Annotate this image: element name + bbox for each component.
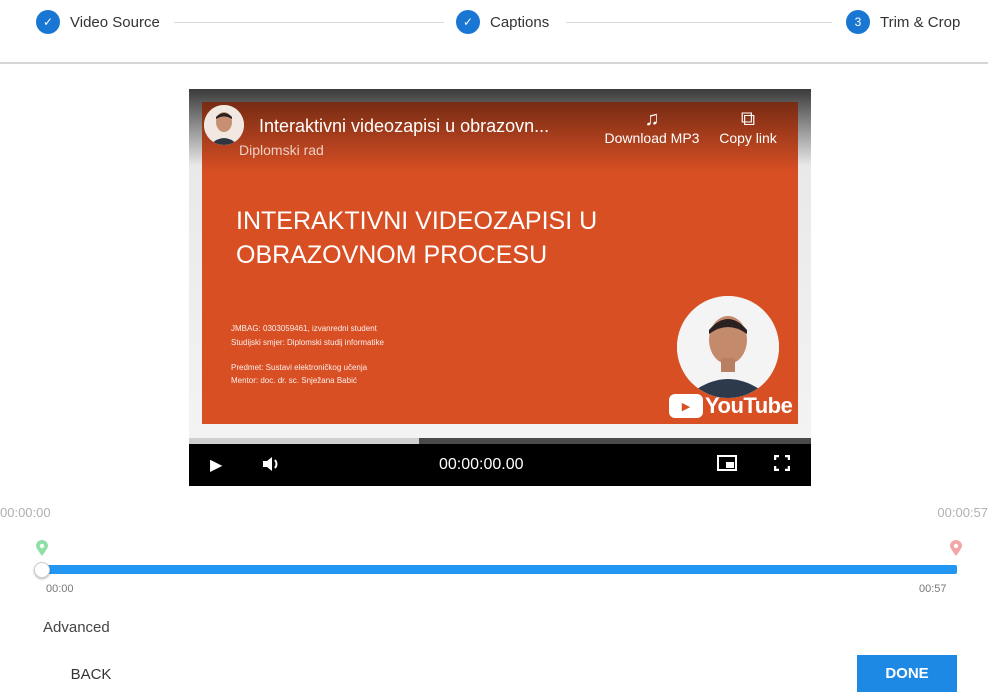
current-time: 00:00:00.00 [439, 456, 524, 473]
slide-text: Studijski smjer: Diplomski studij inform… [231, 338, 384, 347]
player-controls: ▶ 00:00:00.00 [189, 444, 811, 486]
advanced-toggle[interactable]: Advanced [43, 619, 110, 636]
start-marker-icon[interactable] [36, 540, 48, 556]
end-marker-icon[interactable] [950, 540, 962, 556]
stepper-connector [174, 22, 444, 23]
back-button[interactable]: BACK [41, 656, 141, 692]
step-label: Captions [490, 13, 550, 31]
check-icon: ✓ [36, 10, 60, 34]
step-trim-crop[interactable]: 3 Trim & Crop [846, 6, 960, 38]
volume-icon[interactable] [261, 455, 281, 478]
slide-heading: INTERAKTIVNI VIDEOZAPISI U OBRAZOVNOM PR… [236, 207, 598, 269]
tick-end: 00:57 [919, 583, 947, 595]
stepper-connector [566, 22, 832, 23]
download-mp3-label: Download MP3 [604, 130, 700, 146]
video-player[interactable]: Interaktivni videozapisi u obrazovn... D… [189, 89, 811, 486]
stepper: ✓ Video Source ✓ Captions 3 Trim & Crop [0, 0, 988, 64]
step-number-badge: 3 [846, 10, 870, 34]
tick-start: 00:00 [46, 583, 74, 595]
step-label: Trim & Crop [880, 13, 961, 31]
download-mp3-button[interactable]: ♫ Download MP3 [597, 108, 707, 146]
copy-link-label: Copy link [719, 130, 777, 146]
picture-in-picture-icon[interactable] [717, 455, 737, 476]
step-captions[interactable]: ✓ Captions [456, 6, 549, 38]
video-title[interactable]: Interaktivni videozapisi u obrazovn... [259, 116, 549, 137]
youtube-play-icon: ▶ [669, 394, 703, 418]
channel-avatar[interactable] [204, 105, 244, 145]
slide-text: Mentor: doc. dr. sc. Snježana Babić [231, 376, 357, 385]
trim-end-time: 00:00:57 [937, 505, 988, 520]
trim-start-time: 00:00:00 [0, 505, 51, 520]
check-icon: ✓ [456, 10, 480, 34]
step-label: Video Source [70, 13, 160, 31]
fullscreen-icon[interactable] [773, 454, 791, 476]
copy-link-button[interactable]: ⧉ Copy link [708, 108, 788, 146]
done-button[interactable]: DONE [857, 655, 957, 692]
slide-text: JMBAG: 0303059461, izvanredni student [231, 324, 377, 333]
channel-subtitle: Diplomski rad [239, 142, 324, 158]
play-icon[interactable]: ▶ [210, 455, 222, 475]
video-frame: Interaktivni videozapisi u obrazovn... D… [189, 89, 811, 438]
step-video-source[interactable]: ✓ Video Source [36, 6, 160, 38]
slide-text: Predmet: Sustavi elektroničkog učenja [231, 363, 368, 372]
music-note-icon: ♫ [644, 108, 660, 130]
presenter-photo [677, 296, 779, 398]
video-slide: Interaktivni videozapisi u obrazovn... D… [202, 102, 798, 424]
trim-range-slider[interactable] [42, 565, 957, 574]
youtube-logo[interactable]: ▶ YouTube [669, 391, 793, 421]
trim-start-handle[interactable] [34, 562, 50, 578]
copy-icon: ⧉ [740, 108, 756, 130]
